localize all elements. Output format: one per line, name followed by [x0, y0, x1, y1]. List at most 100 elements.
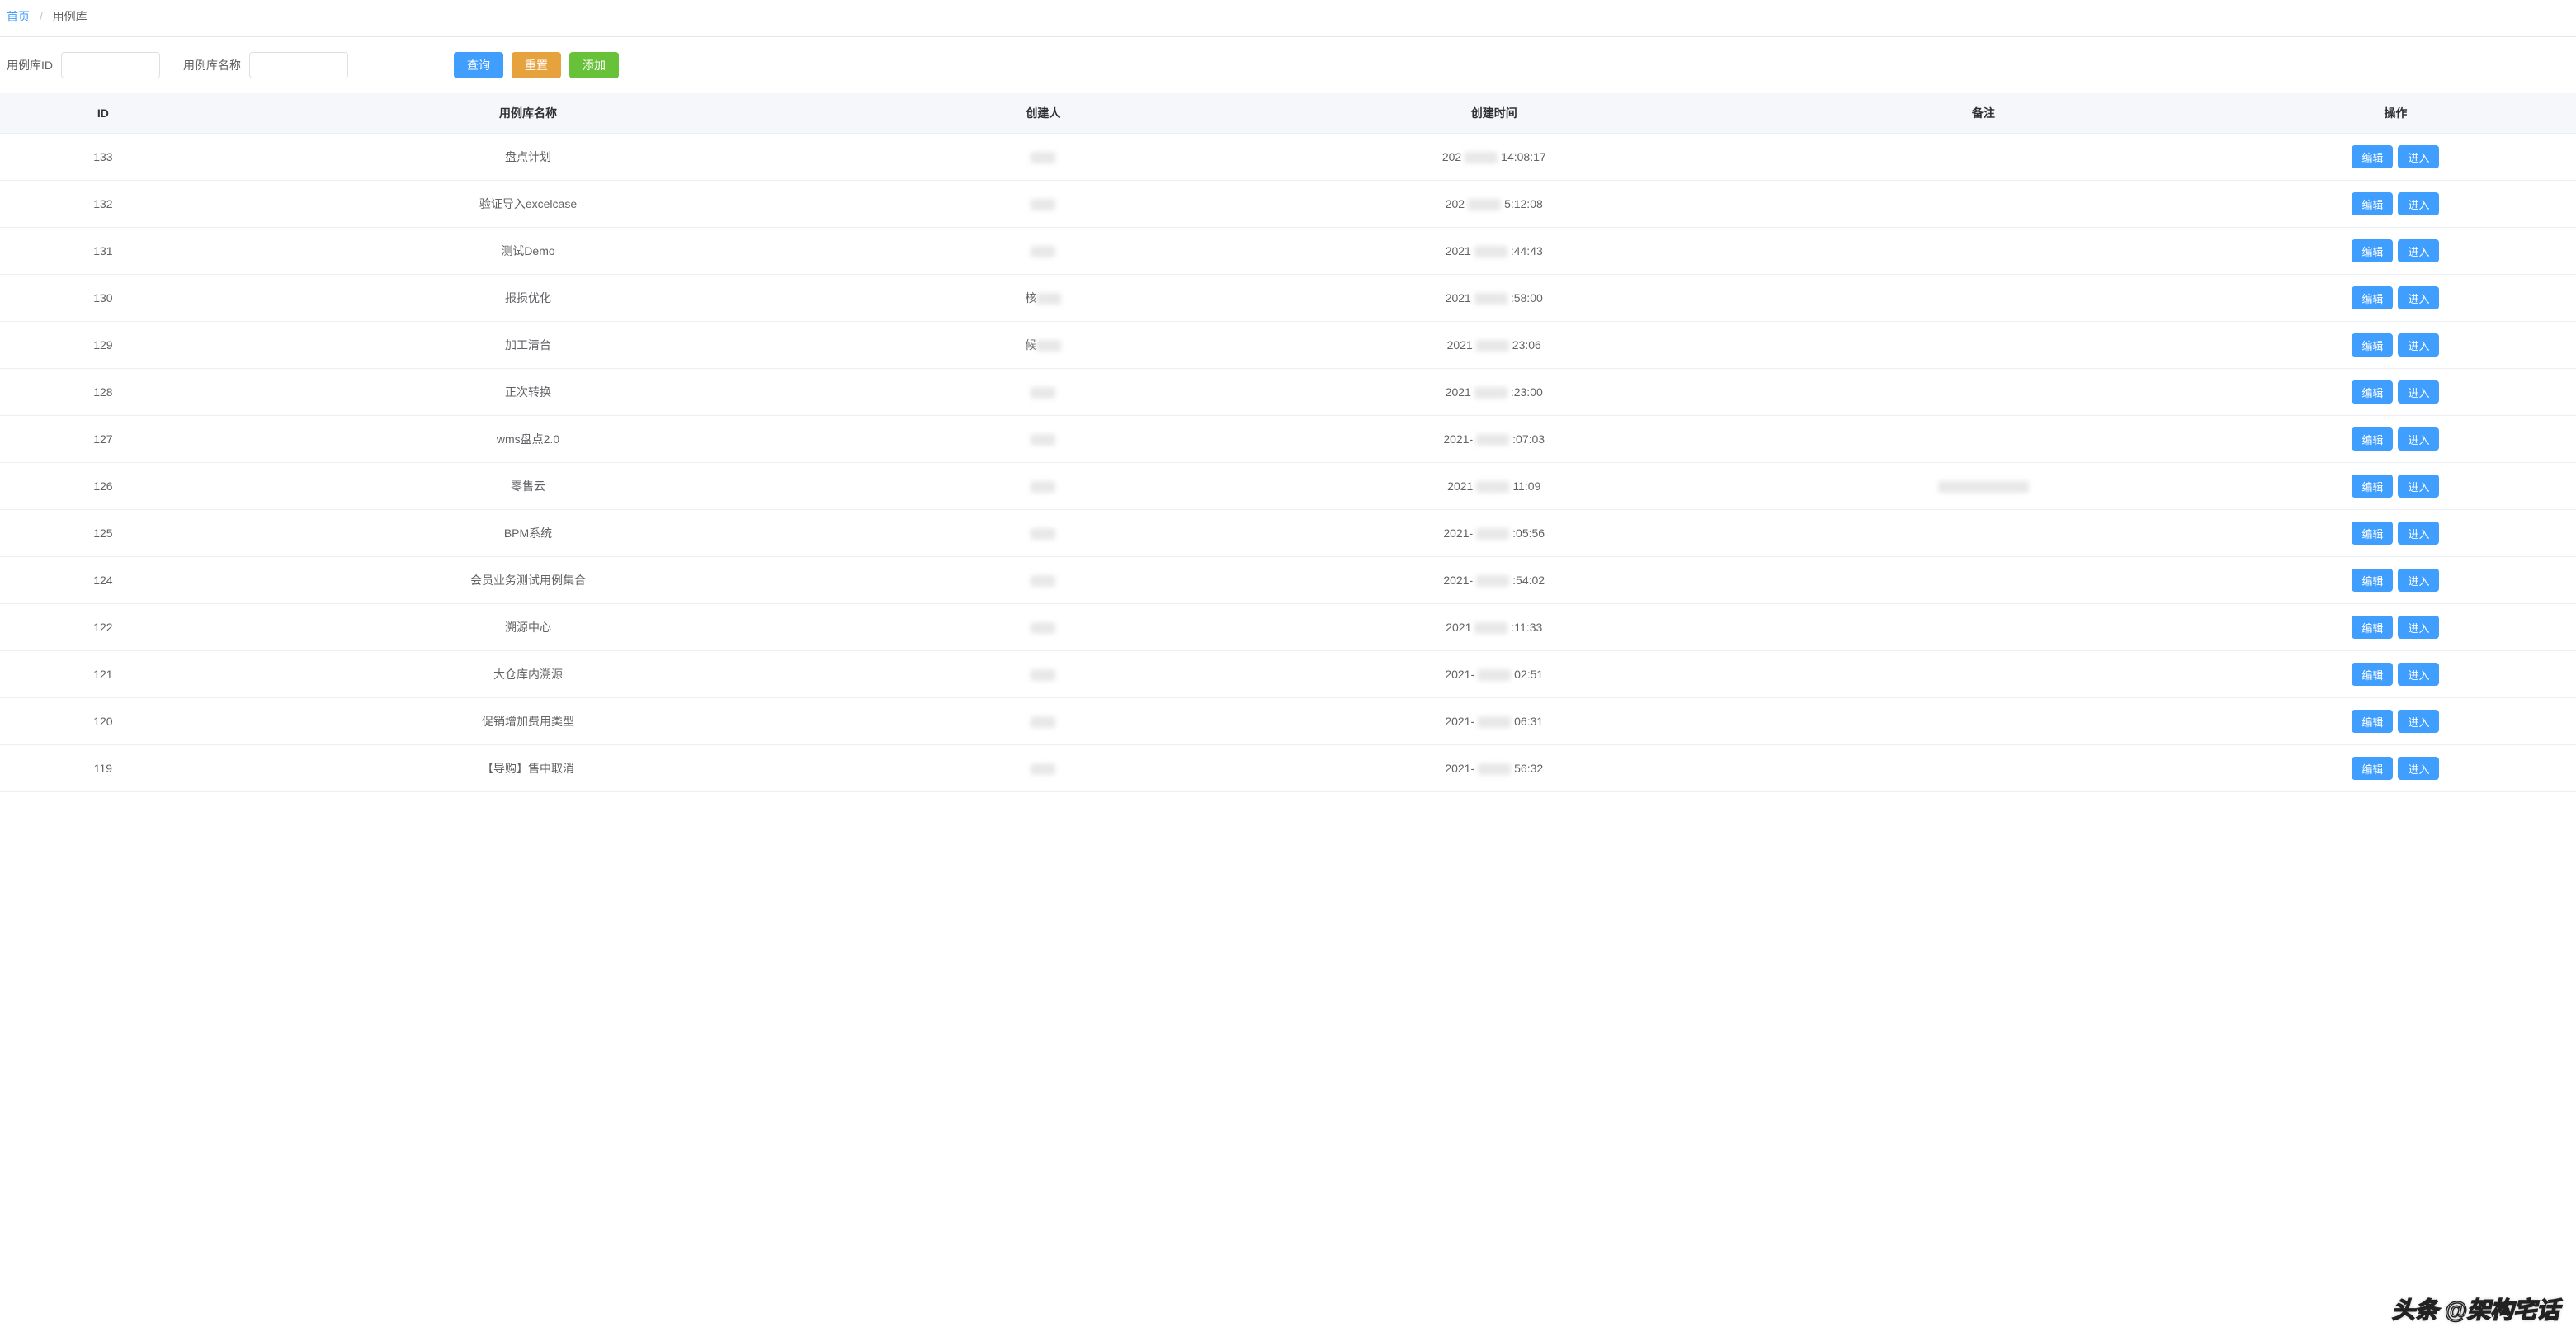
- col-header-id: ID: [0, 93, 206, 134]
- redacted-creator: [1031, 716, 1055, 728]
- redacted-time: [1465, 152, 1498, 163]
- cell-action: 编辑进入: [2215, 698, 2576, 745]
- table-row: 124会员业务测试用例集合2021-:54:02编辑进入: [0, 557, 2576, 604]
- redacted-time: [1476, 481, 1509, 493]
- cell-name: 会员业务测试用例集合: [206, 557, 851, 604]
- cell-id: 131: [0, 228, 206, 275]
- table-row: 122溯源中心2021:11:33编辑进入: [0, 604, 2576, 651]
- reset-button[interactable]: 重置: [512, 52, 561, 78]
- watermark: 头条 @架构宅话: [2392, 1292, 2559, 1325]
- redacted-creator: [1031, 434, 1055, 446]
- redacted-creator: [1031, 669, 1055, 681]
- edit-button[interactable]: 编辑: [2352, 569, 2393, 592]
- cell-time: 2021:11:33: [1237, 604, 1752, 651]
- enter-button[interactable]: 进入: [2398, 522, 2439, 545]
- cell-time: 2021-56:32: [1237, 745, 1752, 792]
- redacted-creator: [1031, 622, 1055, 634]
- add-button[interactable]: 添加: [569, 52, 619, 78]
- edit-button[interactable]: 编辑: [2352, 475, 2393, 498]
- redacted-creator: [1031, 575, 1055, 587]
- edit-button[interactable]: 编辑: [2352, 380, 2393, 404]
- enter-button[interactable]: 进入: [2398, 192, 2439, 215]
- cell-name: 大仓库内溯源: [206, 651, 851, 698]
- redacted-note: [1938, 481, 2029, 493]
- table-row: 119【导购】售中取消 2021-56:32 编辑进入: [0, 745, 2576, 792]
- edit-button[interactable]: 编辑: [2352, 616, 2393, 639]
- cell-creator: [850, 181, 1236, 228]
- filter-id-input[interactable]: [61, 52, 160, 78]
- table-row: 130报损优化核2021:58:00编辑进入: [0, 275, 2576, 322]
- filter-name-label: 用例库名称: [183, 57, 241, 73]
- edit-button[interactable]: 编辑: [2352, 427, 2393, 451]
- cell-creator: [850, 651, 1236, 698]
- cell-creator: [850, 510, 1236, 557]
- edit-button[interactable]: 编辑: [2352, 710, 2393, 733]
- cell-name: wms盘点2.0: [206, 416, 851, 463]
- cell-time: 2025:12:08: [1237, 181, 1752, 228]
- cell-creator: [850, 745, 1236, 792]
- cell-action: 编辑进入: [2215, 416, 2576, 463]
- redacted-creator: [1031, 199, 1055, 210]
- cell-action: 编辑进入: [2215, 463, 2576, 510]
- enter-button[interactable]: 进入: [2398, 475, 2439, 498]
- cell-note: [1752, 745, 2215, 792]
- search-button[interactable]: 查询: [454, 52, 503, 78]
- cell-time: 20214:08:17: [1237, 134, 1752, 181]
- cell-name: 正次转换: [206, 369, 851, 416]
- enter-button[interactable]: 进入: [2398, 663, 2439, 686]
- cell-id: 120: [0, 698, 206, 745]
- redacted-creator: [1031, 246, 1055, 257]
- redacted-time: [1474, 622, 1507, 634]
- cell-note: [1752, 228, 2215, 275]
- edit-button[interactable]: 编辑: [2352, 239, 2393, 262]
- redacted-time: [1478, 669, 1511, 681]
- cell-creator: [850, 416, 1236, 463]
- enter-button[interactable]: 进入: [2398, 380, 2439, 404]
- cell-note: [1752, 651, 2215, 698]
- filter-button-group: 查询 重置 添加: [454, 52, 619, 78]
- table-row: 126零售云202111:09编辑进入: [0, 463, 2576, 510]
- edit-button[interactable]: 编辑: [2352, 192, 2393, 215]
- cell-name: 报损优化: [206, 275, 851, 322]
- table-row: 133盘点计划20214:08:17编辑进入: [0, 134, 2576, 181]
- enter-button[interactable]: 进入: [2398, 569, 2439, 592]
- cell-note: [1752, 369, 2215, 416]
- redacted-time: [1476, 340, 1509, 352]
- edit-button[interactable]: 编辑: [2352, 286, 2393, 309]
- edit-button[interactable]: 编辑: [2352, 145, 2393, 168]
- cell-note: [1752, 416, 2215, 463]
- enter-button[interactable]: 进入: [2398, 333, 2439, 357]
- col-header-creator: 创建人: [850, 93, 1236, 134]
- cell-action: 编辑进入: [2215, 322, 2576, 369]
- filter-name-input[interactable]: [249, 52, 348, 78]
- cell-action: 编辑进入: [2215, 745, 2576, 792]
- cell-note: [1752, 557, 2215, 604]
- cell-id: 119: [0, 745, 206, 792]
- edit-button[interactable]: 编辑: [2352, 333, 2393, 357]
- redacted-creator: [1031, 387, 1055, 399]
- enter-button[interactable]: 进入: [2398, 710, 2439, 733]
- cell-name: BPM系统: [206, 510, 851, 557]
- breadcrumb-separator: /: [40, 10, 43, 23]
- enter-button[interactable]: 进入: [2398, 616, 2439, 639]
- col-header-time: 创建时间: [1237, 93, 1752, 134]
- redacted-time: [1468, 199, 1501, 210]
- edit-button[interactable]: 编辑: [2352, 757, 2393, 780]
- cell-name: 【导购】售中取消: [206, 745, 851, 792]
- cell-action: 编辑进入: [2215, 228, 2576, 275]
- enter-button[interactable]: 进入: [2398, 427, 2439, 451]
- enter-button[interactable]: 进入: [2398, 145, 2439, 168]
- table-row: 127wms盘点2.02021-:07:03编辑进入: [0, 416, 2576, 463]
- cell-name: 加工清台: [206, 322, 851, 369]
- breadcrumb-home[interactable]: 首页: [7, 10, 30, 23]
- enter-button[interactable]: 进入: [2398, 239, 2439, 262]
- cell-time: 202123:06: [1237, 322, 1752, 369]
- redacted-creator: [1036, 293, 1061, 305]
- table-row: 132验证导入excelcase2025:12:08编辑进入: [0, 181, 2576, 228]
- edit-button[interactable]: 编辑: [2352, 522, 2393, 545]
- table-header-row: ID 用例库名称 创建人 创建时间 备注 操作: [0, 93, 2576, 134]
- enter-button[interactable]: 进入: [2398, 286, 2439, 309]
- edit-button[interactable]: 编辑: [2352, 663, 2393, 686]
- enter-button[interactable]: 进入: [2398, 757, 2439, 780]
- cell-action: 编辑进入: [2215, 369, 2576, 416]
